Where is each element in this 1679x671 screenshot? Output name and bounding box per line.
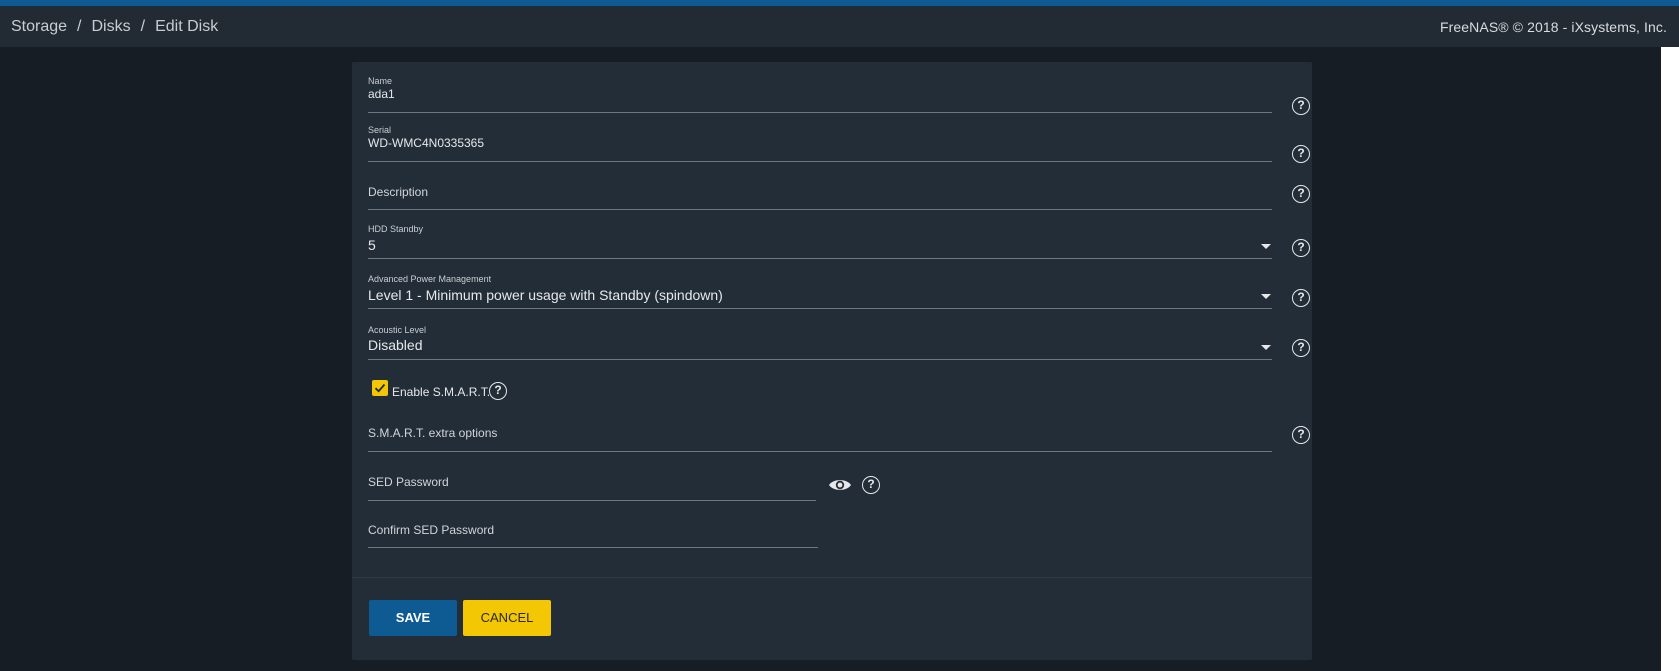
hdd-standby-label: HDD Standby [368,224,424,234]
check-icon [374,383,386,393]
name-input[interactable]: ada1 [368,87,395,101]
help-icon[interactable]: ? [489,382,507,400]
caret-down-icon[interactable] [1261,345,1271,350]
caret-down-icon[interactable] [1261,294,1271,299]
acoustic-level-select[interactable]: Acoustic Level Disabled ? [368,325,1312,369]
serial-underline [368,161,1272,162]
hdd-standby-value[interactable]: 5 [368,237,376,253]
form-divider [352,577,1312,578]
confirm-sed-password-field: Confirm SED Password [368,523,888,563]
page-header: Storage / Disks / Edit Disk FreeNAS® © 2… [0,6,1679,47]
confirm-sed-password-underline [368,547,818,548]
apm-select[interactable]: Advanced Power Management Level 1 - Mini… [368,274,1312,318]
copyright-text: FreeNAS® © 2018 - iXsystems, Inc. [1440,18,1667,35]
help-icon[interactable]: ? [862,476,880,494]
breadcrumb: Storage / Disks / Edit Disk [11,18,218,36]
edit-disk-form: Name ada1 ? Serial WD-WMC4N0335365 ? Des… [352,62,1312,660]
help-icon[interactable]: ? [1292,97,1310,115]
enable-smart-checkbox[interactable] [372,380,388,396]
sed-password-underline [368,500,816,501]
confirm-sed-password-input[interactable]: Confirm SED Password [368,523,494,537]
name-label: Name [368,76,393,86]
hdd-standby-underline [368,258,1272,259]
enable-smart-label[interactable]: Enable S.M.A.R.T. [392,385,490,399]
help-icon[interactable]: ? [1292,145,1310,163]
apm-underline [368,308,1272,309]
apm-value[interactable]: Level 1 - Minimum power usage with Stand… [368,287,723,303]
help-icon[interactable]: ? [1292,426,1310,444]
breadcrumb-edit-disk: Edit Disk [155,17,219,35]
help-icon[interactable]: ? [1292,339,1310,357]
description-underline [368,209,1272,210]
breadcrumb-separator: / [77,17,82,35]
apm-label: Advanced Power Management [368,274,492,284]
breadcrumb-storage[interactable]: Storage [11,18,67,36]
acoustic-level-underline [368,359,1272,360]
page-scrollbar[interactable] [1661,47,1679,671]
smart-options-input[interactable]: S.M.A.R.T. extra options [368,426,497,440]
serial-input[interactable]: WD-WMC4N0335365 [368,136,484,150]
cancel-button[interactable]: CANCEL [463,600,551,636]
save-button[interactable]: SAVE [369,600,457,636]
smart-options-underline [368,451,1272,452]
sed-password-input[interactable]: SED Password [368,475,449,489]
serial-label: Serial [368,125,392,135]
name-underline [368,112,1272,113]
description-field: Description ? [368,174,1312,214]
name-field: Name ada1 ? [368,76,1312,116]
description-input[interactable]: Description [368,185,428,199]
help-icon[interactable]: ? [1292,185,1310,203]
hdd-standby-select[interactable]: HDD Standby 5 ? [368,224,1312,268]
help-icon[interactable]: ? [1292,289,1310,307]
help-icon[interactable]: ? [1292,239,1310,257]
smart-options-field: S.M.A.R.T. extra options ? [368,426,1312,466]
sed-password-field: SED Password [368,475,888,515]
acoustic-level-value[interactable]: Disabled [368,337,422,353]
breadcrumb-disks[interactable]: Disks [92,18,131,36]
breadcrumb-separator: / [140,17,146,35]
caret-down-icon[interactable] [1261,244,1271,249]
serial-field: Serial WD-WMC4N0335365 ? [368,125,1312,165]
acoustic-level-label: Acoustic Level [368,325,427,335]
eye-icon[interactable] [828,477,852,493]
